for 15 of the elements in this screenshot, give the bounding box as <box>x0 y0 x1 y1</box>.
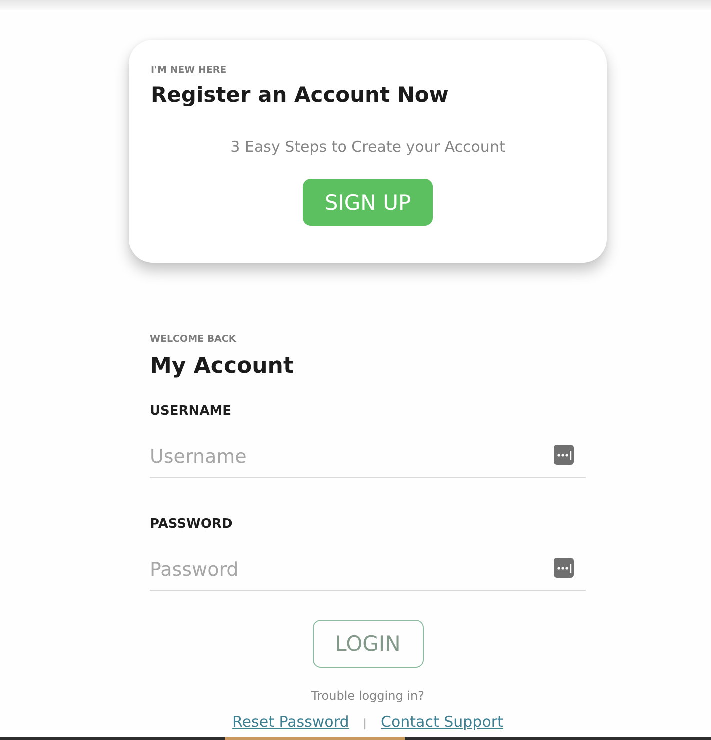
login-eyebrow: WELCOME BACK <box>150 334 236 346</box>
sign-up-button[interactable]: SIGN UP <box>303 179 433 226</box>
link-separator: | <box>363 717 367 731</box>
help-link[interactable]: Reset Password <box>232 712 350 732</box>
help-text: Trouble logging in? <box>312 688 424 704</box>
card-subtitle: 3 Easy Steps to Create your Account <box>230 137 506 157</box>
card-eyebrow: I'M NEW HERE <box>151 65 227 77</box>
login-button[interactable]: LOGIN <box>312 620 424 668</box>
field-label: PASSWORD <box>150 516 233 534</box>
login-title: My Account <box>150 353 294 381</box>
field-label: USERNAME <box>150 403 232 421</box>
password-dots-icon[interactable] <box>554 558 574 578</box>
password-dots-icon[interactable] <box>554 445 574 465</box>
help-link[interactable]: Contact Support <box>381 712 504 732</box>
card-title: Register an Account Now <box>151 82 449 109</box>
